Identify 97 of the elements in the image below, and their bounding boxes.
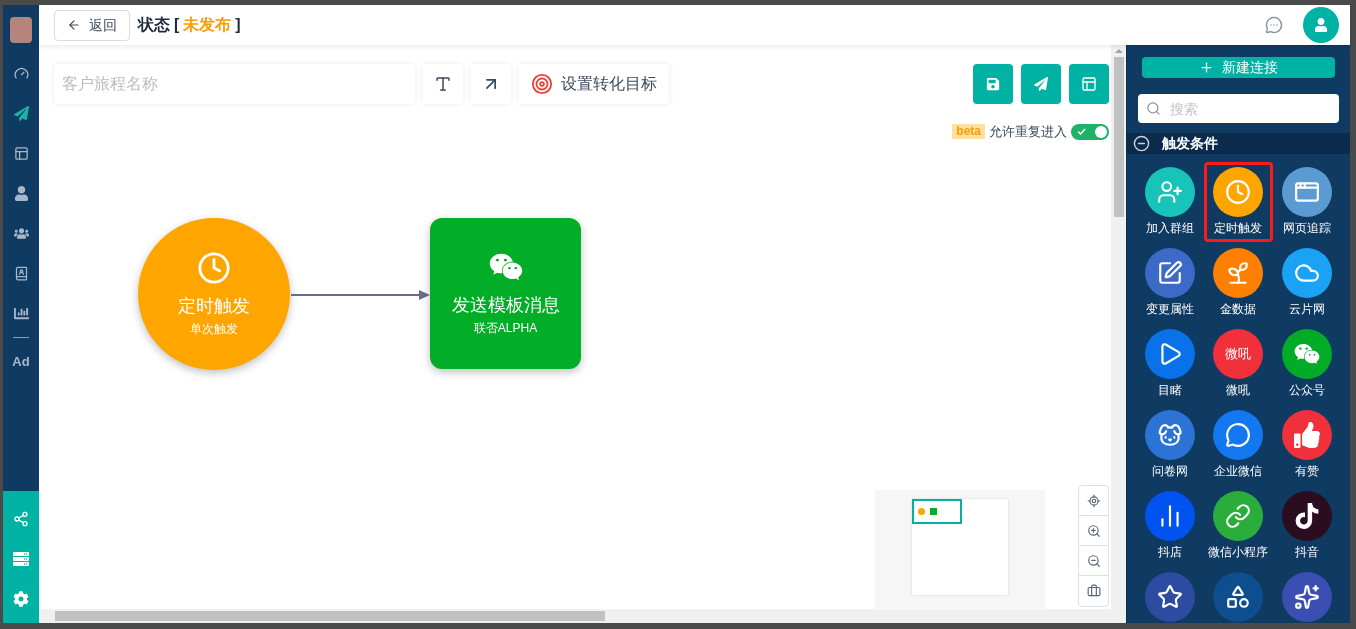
node-tile[interactable]: 抖音	[1272, 486, 1341, 566]
node-tile[interactable]: 企业微信	[1204, 405, 1273, 485]
chat-icon	[1225, 422, 1252, 448]
node-title: 定时触发	[178, 294, 250, 318]
floppy-icon	[986, 77, 1000, 91]
save-button[interactable]	[973, 64, 1013, 104]
tile-label: 抖音	[1294, 544, 1319, 561]
node-tile[interactable]: 云片网	[1272, 243, 1341, 323]
layout-icon	[13, 145, 29, 161]
node-tile[interactable]: 变更属性	[1136, 243, 1205, 323]
node-title: 发送模板消息	[451, 294, 560, 317]
user-icon	[1314, 18, 1328, 32]
tile-label: 企业微信	[1214, 463, 1263, 480]
horizontal-scrollbar[interactable]	[39, 609, 1126, 623]
tile-label: 有赞	[1294, 463, 1319, 480]
node-tile[interactable]: 抖店	[1136, 486, 1205, 566]
link-icon	[1225, 503, 1252, 529]
mini-node	[930, 508, 937, 515]
users-icon	[13, 225, 29, 241]
node-tile[interactable]: 金数据	[1204, 243, 1273, 323]
send-icon	[1034, 77, 1048, 91]
status-label: 状态	[138, 15, 170, 35]
logo-text: 微吼	[1225, 345, 1252, 364]
sparkles-icon	[1293, 584, 1320, 610]
bar-chart-icon	[13, 305, 29, 321]
minus-circle-icon	[1133, 135, 1150, 152]
network-icon	[13, 511, 29, 527]
node-tile[interactable]: 微信小程序	[1204, 486, 1273, 566]
chat-bubbles-icon	[1293, 341, 1320, 367]
tile-label: 抖店	[1158, 544, 1183, 561]
minimap-viewport[interactable]	[912, 499, 962, 524]
sidebar-item[interactable]: Ad	[3, 342, 39, 382]
node-tile[interactable]: 有赞	[1272, 405, 1341, 485]
beta-badge: beta	[952, 124, 985, 140]
node-subtitle: 单次触发	[190, 320, 238, 338]
tile-label: 网页追踪	[1282, 220, 1331, 237]
thumbs-up-icon	[1293, 422, 1320, 448]
layout-icon	[1081, 76, 1097, 92]
user-icon	[13, 185, 29, 201]
tile-label: 云片网	[1288, 301, 1325, 318]
search-icon	[1146, 101, 1161, 116]
tile-label: 目睹	[1158, 382, 1183, 399]
settings-icon	[13, 591, 29, 607]
node-tile[interactable]: 微吼 微吼	[1204, 324, 1273, 404]
journey-name-field[interactable]: 客户旅程名称	[54, 64, 415, 104]
dog-icon	[1157, 422, 1184, 448]
bookmark-user-icon	[13, 265, 29, 281]
window-icon	[1293, 179, 1320, 205]
section-header[interactable]: 触发条件	[1127, 133, 1350, 154]
tile-label: 问卷网	[1152, 463, 1189, 480]
search-field[interactable]: 搜索	[1138, 94, 1339, 123]
locate-icon	[1086, 493, 1101, 508]
tile-label: 公众号	[1288, 382, 1325, 399]
check-icon	[1077, 128, 1086, 136]
text-icon	[434, 75, 452, 93]
avatar[interactable]	[1303, 7, 1339, 43]
plus-icon	[1199, 60, 1214, 75]
tile-label: 变更属性	[1146, 301, 1195, 318]
clock-icon	[1225, 179, 1252, 205]
node-tile[interactable]: 公众号	[1272, 324, 1341, 404]
server-icon	[13, 551, 29, 567]
reentry-label: 允许重复进入	[989, 123, 1067, 141]
tile-label: 加入群组	[1146, 220, 1195, 237]
dashboard-icon	[13, 65, 29, 81]
publish-button[interactable]	[1021, 64, 1061, 104]
tile-label: 定时触发	[1214, 220, 1263, 237]
star-icon	[1157, 584, 1184, 610]
bracket: [	[174, 15, 180, 35]
user-plus-icon	[1157, 179, 1184, 205]
target-icon	[531, 73, 553, 95]
reentry-toggle[interactable]	[1071, 123, 1109, 140]
node-tile[interactable]: 网页追踪	[1272, 162, 1341, 242]
status-value: 未发布	[183, 15, 232, 35]
edit-icon	[1157, 260, 1184, 286]
node-tile[interactable]: 定时触发	[1204, 162, 1273, 242]
layout-button[interactable]	[1069, 64, 1109, 104]
logo-placeholder	[10, 17, 32, 43]
music-note-icon	[1293, 503, 1320, 529]
zoom-out-icon	[1086, 553, 1101, 568]
back-button[interactable]: 返回	[54, 9, 130, 41]
send-icon	[13, 105, 29, 121]
node-tile[interactable]: 加入群组	[1136, 162, 1205, 242]
node-tile[interactable]: 目睹	[1136, 324, 1205, 404]
bracket: ]	[235, 15, 241, 35]
tile-label: 微吼	[1226, 382, 1251, 399]
clock-icon	[197, 250, 231, 285]
conversion-goal-button[interactable]: 设置转化目标	[519, 64, 669, 104]
shapes-icon	[1225, 584, 1252, 610]
tile-label: 金数据	[1220, 301, 1257, 318]
tile-label: 微信小程序	[1208, 544, 1269, 561]
mini-node	[918, 508, 925, 515]
node-subtitle: 联否ALPHA	[473, 320, 538, 337]
toolbox-icon	[1086, 584, 1101, 598]
vertical-scrollbar[interactable]	[1111, 45, 1126, 609]
zoom-in-icon	[1086, 523, 1101, 538]
chat-icon[interactable]	[1265, 16, 1283, 34]
node-tile[interactable]: 问卷网	[1136, 405, 1205, 485]
